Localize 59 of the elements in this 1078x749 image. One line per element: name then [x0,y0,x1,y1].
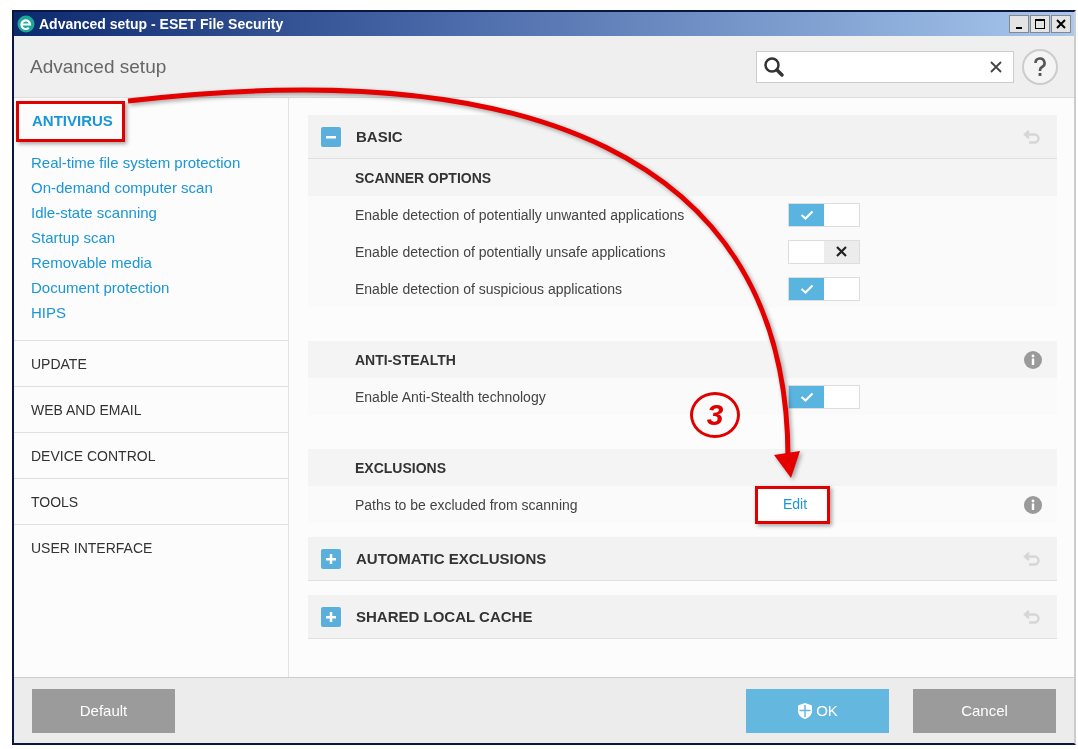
maximize-icon [1035,19,1045,29]
toggle-switch[interactable] [788,239,860,264]
section-title: SHARED LOCAL CACHE [356,608,533,625]
footer-button[interactable]: Default [32,688,175,733]
search-icon [763,55,785,78]
group-title: SCANNER OPTIONS [355,169,492,186]
sidebar-link[interactable]: Idle-state scanning [31,200,288,225]
section-title: BASIC [356,128,403,145]
expand-icon[interactable] [321,606,341,627]
clear-icon[interactable] [989,59,1003,74]
sidebar-item[interactable]: TOOLS [14,493,79,510]
collapse-icon[interactable] [321,126,341,147]
app-logo-icon [17,15,35,33]
sidebar-item[interactable]: ANTIVIRUS [32,112,113,129]
toggle-switch[interactable] [788,384,860,409]
sidebar-link[interactable]: On-demand computer scan [31,175,288,200]
ok-button[interactable]: OK [746,688,889,733]
setting-label: Enable detection of suspicious applications [355,280,623,297]
info-icon[interactable] [1024,350,1042,369]
help-button[interactable] [1022,48,1058,85]
sidebar-link[interactable]: Document protection [31,275,288,300]
setting-label: Enable Anti-Stealth technology [355,388,547,405]
sidebar-link[interactable]: Real-time file system protection [31,150,288,175]
search-field[interactable] [756,50,1014,83]
step-number: 3 [690,392,740,438]
help-icon [1033,56,1047,77]
check-icon [799,391,814,402]
info-icon[interactable] [1024,495,1042,514]
toggle-switch[interactable] [788,202,860,227]
page-title: Advanced setup [30,55,167,78]
section-header[interactable]: BASIC [308,115,1057,159]
section-header[interactable]: AUTOMATIC EXCLUSIONS [308,537,1057,581]
toggle-switch[interactable] [788,276,860,301]
close-button[interactable] [1051,15,1071,33]
section-header[interactable]: SHARED LOCAL CACHE [308,595,1057,639]
sidebar-item[interactable]: WEB AND EMAIL [14,401,142,418]
expand-icon[interactable] [321,548,341,569]
cross-icon [836,246,847,257]
sidebar-link[interactable]: HIPS [31,300,288,325]
shield-icon [797,701,814,720]
check-icon [799,209,814,220]
maximize-button[interactable] [1030,15,1050,33]
group-title: ANTI-STEALTH [355,351,456,368]
sidebar-item[interactable]: UPDATE [14,355,87,372]
sidebar-item[interactable]: DEVICE CONTROL [14,447,156,464]
sidebar-link[interactable]: Startup scan [31,225,288,250]
close-icon [1056,19,1066,29]
setting-label: Enable detection of potentially unsafe applications [355,243,667,260]
window-title: Advanced setup - ESET File Security [39,16,284,32]
minimize-icon [1016,27,1022,29]
sidebar-item[interactable]: USER INTERFACE [14,539,153,556]
check-icon [799,283,814,294]
minimize-button[interactable] [1009,15,1029,33]
footer-button[interactable]: Cancel [913,688,1056,733]
group-title: EXCLUSIONS [355,459,446,476]
section-title: AUTOMATIC EXCLUSIONS [356,550,547,567]
edit-link[interactable]: Edit [783,495,808,512]
setting-label: Enable detection of potentially unwanted applications [355,206,686,223]
sidebar-link[interactable]: Removable media [31,250,288,275]
